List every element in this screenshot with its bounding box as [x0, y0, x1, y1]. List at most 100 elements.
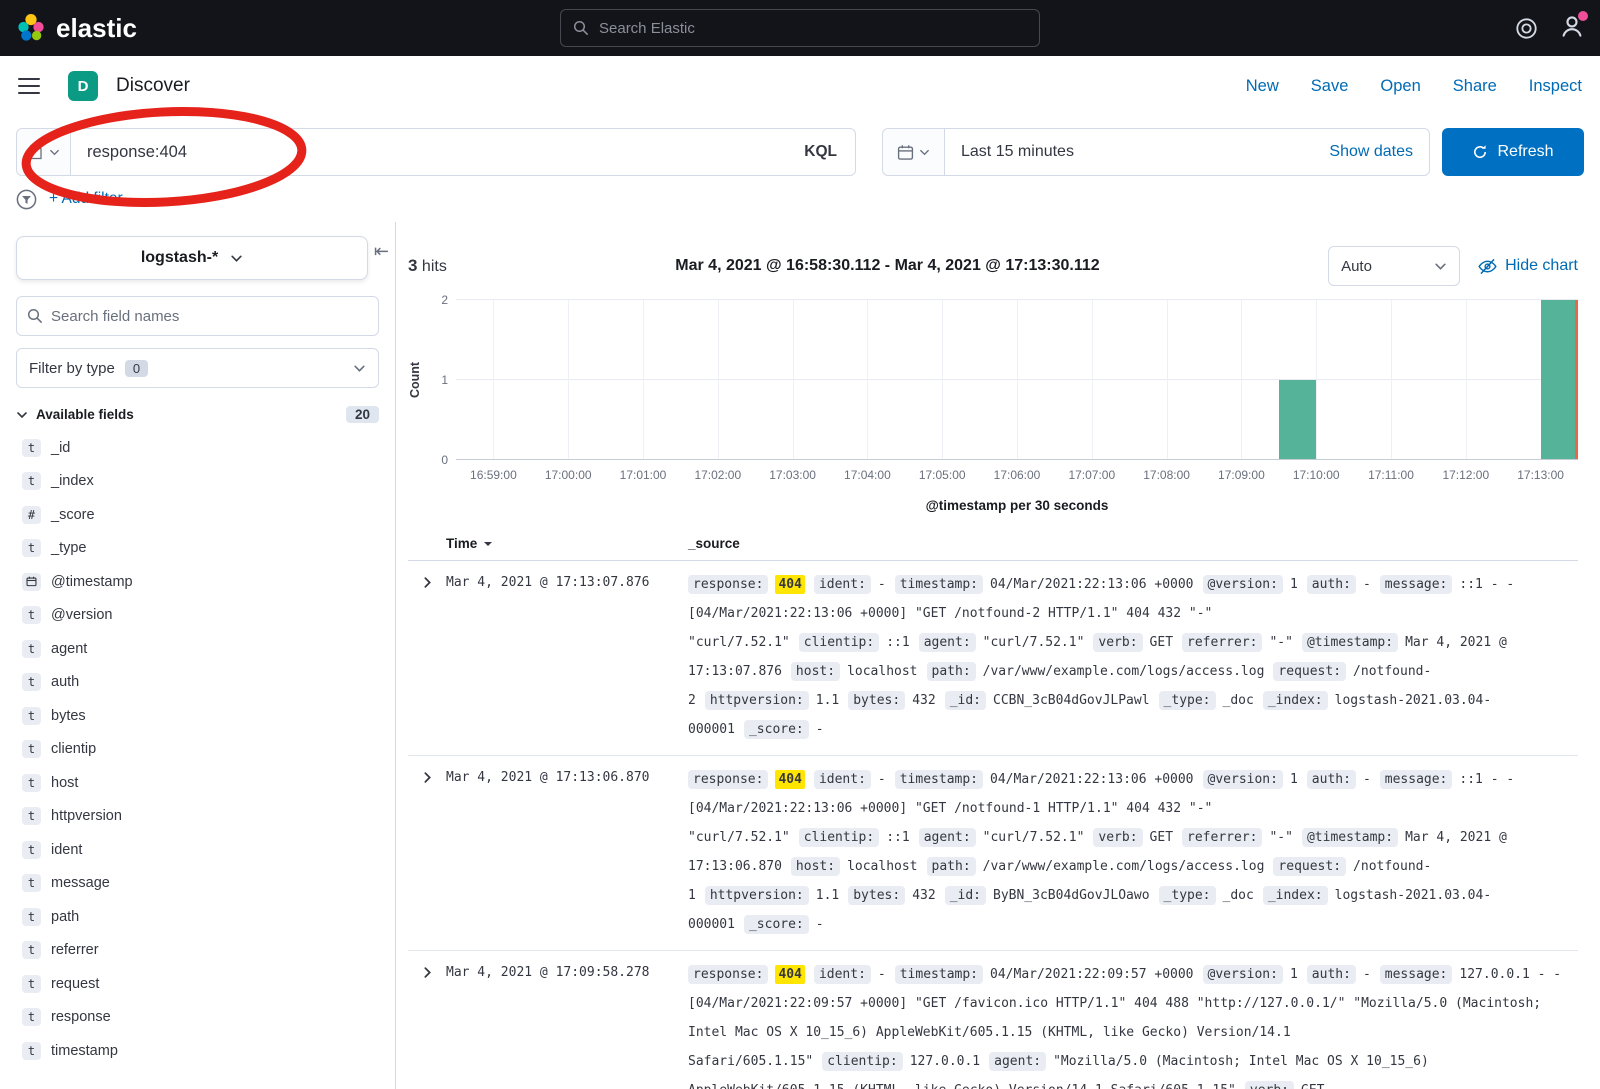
refresh-label: Refresh: [1497, 143, 1553, 161]
field-name: host: [51, 775, 78, 791]
field-item-_index[interactable]: t_index: [16, 465, 379, 499]
table-row: Mar 4, 2021 @ 17:09:58.278response:404id…: [408, 951, 1578, 1089]
field-item-request[interactable]: trequest: [16, 967, 379, 1001]
source-field-key: clientip:: [822, 1052, 902, 1071]
field-item-timestamp[interactable]: ttimestamp: [16, 1034, 379, 1068]
new-button[interactable]: New: [1246, 77, 1279, 96]
share-button[interactable]: Share: [1453, 77, 1497, 96]
source-field-key: request:: [1273, 857, 1346, 876]
query-language-button[interactable]: KQL: [786, 143, 855, 161]
field-item-@timestamp[interactable]: @timestamp: [16, 565, 379, 599]
chevron-down-icon: [353, 362, 366, 375]
filter-by-type-select[interactable]: Filter by type 0: [16, 348, 379, 388]
saved-query-menu-button[interactable]: [17, 129, 71, 175]
hide-chart-label: Hide chart: [1505, 257, 1578, 275]
field-item-_id[interactable]: t_id: [16, 431, 379, 465]
field-item-bytes[interactable]: tbytes: [16, 699, 379, 733]
source-field-key: verb:: [1093, 828, 1142, 847]
field-name: _type: [51, 540, 86, 556]
field-item-httpversion[interactable]: thttpversion: [16, 800, 379, 834]
source-field-key: host:: [791, 662, 840, 681]
source-field-key: message:: [1380, 965, 1453, 984]
text-field-icon: t: [22, 740, 41, 758]
expand-row-button[interactable]: [408, 570, 446, 592]
x-tick-label: 17:11:00: [1368, 468, 1414, 482]
source-field-key: path:: [927, 857, 976, 876]
save-button[interactable]: Save: [1311, 77, 1349, 96]
text-field-icon: t: [22, 707, 41, 725]
inspect-button[interactable]: Inspect: [1529, 77, 1582, 96]
filter-icon[interactable]: [16, 189, 37, 210]
histogram-bar[interactable]: [1541, 300, 1578, 459]
text-field-icon: t: [22, 874, 41, 892]
field-item-response[interactable]: tresponse: [16, 1001, 379, 1035]
y-tick-label: 2: [441, 293, 448, 307]
field-name: httpversion: [51, 808, 122, 824]
field-item-_score[interactable]: #_score: [16, 498, 379, 532]
field-name: referrer: [51, 942, 99, 958]
refresh-button[interactable]: Refresh: [1442, 128, 1584, 176]
doc-source: response:404ident:-timestamp:04/Mar/2021…: [688, 570, 1578, 744]
expand-row-button[interactable]: [408, 765, 446, 787]
source-field-value: localhost: [847, 664, 917, 679]
elastic-logo[interactable]: elastic: [16, 13, 137, 44]
field-item-auth[interactable]: tauth: [16, 666, 379, 700]
help-icon[interactable]: [1515, 17, 1538, 40]
source-field-value: 1: [1290, 577, 1298, 592]
field-item-@version[interactable]: t@version: [16, 599, 379, 633]
text-field-icon: t: [22, 472, 41, 490]
histogram-bar[interactable]: [1279, 380, 1316, 460]
refresh-icon: [1472, 144, 1488, 160]
add-filter-button[interactable]: + Add filter: [49, 190, 123, 208]
expand-row-button[interactable]: [408, 960, 446, 982]
date-picker: Last 15 minutes Show dates: [882, 128, 1430, 176]
show-dates-button[interactable]: Show dates: [1313, 143, 1429, 161]
text-field-icon: t: [22, 673, 41, 691]
available-fields-label: Available fields: [36, 407, 134, 422]
source-field-value: 04/Mar/2021:22:13:06 +0000: [990, 772, 1194, 787]
field-item-ident[interactable]: tident: [16, 833, 379, 867]
source-field-key: verb:: [1093, 633, 1142, 652]
source-field-value: GET: [1301, 1083, 1324, 1089]
doc-table: Time _source Mar 4, 2021 @ 17:13:07.876r…: [408, 527, 1578, 1089]
x-tick-label: 17:01:00: [620, 468, 667, 482]
available-fields-header[interactable]: Available fields 20: [16, 406, 379, 423]
global-search[interactable]: [560, 9, 1040, 47]
field-item-host[interactable]: thost: [16, 766, 379, 800]
x-gridline: [718, 300, 719, 459]
field-name: response: [51, 1009, 111, 1025]
interval-select[interactable]: Auto: [1328, 246, 1460, 286]
field-item-referrer[interactable]: treferrer: [16, 934, 379, 968]
hide-chart-button[interactable]: Hide chart: [1478, 257, 1578, 276]
field-item-_type[interactable]: t_type: [16, 532, 379, 566]
field-search[interactable]: [16, 296, 379, 336]
global-search-input[interactable]: [599, 20, 1027, 37]
source-field-key: request:: [1273, 662, 1346, 681]
source-field-key: auth:: [1307, 575, 1356, 594]
highlighted-value: 404: [775, 575, 804, 594]
source-field-value: "curl/7.52.1": [983, 830, 1085, 845]
collapse-sidebar-icon[interactable]: ⇤: [374, 242, 389, 260]
x-gridline: [568, 300, 569, 459]
x-tick-label: 17:04:00: [844, 468, 891, 482]
page-title: Discover: [116, 75, 190, 97]
field-item-path[interactable]: tpath: [16, 900, 379, 934]
field-item-agent[interactable]: tagent: [16, 632, 379, 666]
menu-icon[interactable]: [18, 78, 40, 95]
field-item-clientip[interactable]: tclientip: [16, 733, 379, 767]
field-item-message[interactable]: tmessage: [16, 867, 379, 901]
query-input[interactable]: [71, 143, 786, 162]
time-range-value[interactable]: Last 15 minutes: [945, 143, 1313, 161]
x-tick-label: 17:09:00: [1218, 468, 1265, 482]
open-button[interactable]: Open: [1380, 77, 1420, 96]
index-pattern-select[interactable]: logstash-*: [16, 236, 368, 280]
source-column-header: _source: [688, 536, 1578, 551]
field-search-input[interactable]: [51, 308, 368, 325]
source-field-value: -: [816, 722, 824, 737]
time-column-header[interactable]: Time: [446, 536, 688, 551]
source-field-key: bytes:: [848, 691, 905, 710]
date-quick-menu-button[interactable]: [883, 129, 945, 175]
results-header: 3 hits Mar 4, 2021 @ 16:58:30.112 - Mar …: [408, 246, 1578, 286]
source-field-value: 1.1: [816, 693, 839, 708]
user-avatar[interactable]: [1560, 14, 1584, 43]
